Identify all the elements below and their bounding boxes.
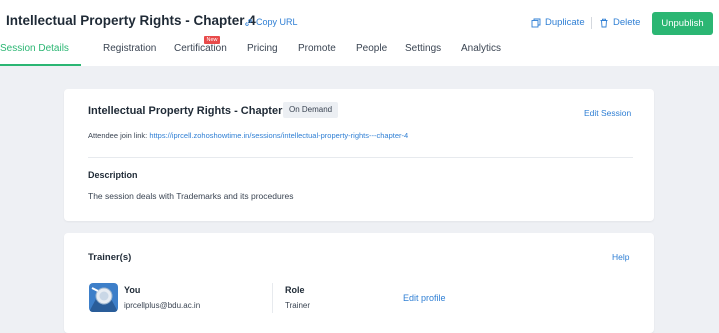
divider — [88, 157, 633, 158]
delete-label: Delete — [613, 17, 641, 28]
trainer-name: You — [124, 285, 141, 295]
tab-session-details[interactable]: Session Details — [0, 42, 69, 66]
trainers-card: Trainer(s) Help You iprcellplus@bdu.ac.i… — [64, 233, 654, 333]
new-badge: New — [204, 36, 220, 44]
tab-analytics[interactable]: Analytics — [461, 42, 501, 66]
session-mode-badge: On Demand — [283, 102, 339, 118]
trash-icon — [600, 18, 608, 27]
tab-bar: Session Details Registration Certificati… — [0, 36, 719, 66]
trainer-email: iprcellplus@bdu.ac.in — [124, 301, 201, 310]
tab-registration[interactable]: Registration — [103, 42, 156, 66]
role-heading: Role — [285, 285, 305, 295]
trainer-role: Trainer — [285, 301, 311, 310]
header-bar: Intellectual Property Rights - Chapter 4… — [0, 0, 719, 42]
tab-pricing[interactable]: Pricing — [247, 42, 278, 66]
header-separator — [591, 17, 592, 29]
role-divider — [272, 283, 273, 313]
copy-url-label: Copy URL — [256, 17, 298, 27]
join-link[interactable]: https://iprcell.zohoshowtime.in/sessions… — [149, 131, 408, 140]
description-text: The session deals with Trademarks and it… — [88, 191, 294, 201]
edit-session-link[interactable]: Edit Session — [584, 108, 631, 118]
duplicate-icon — [531, 18, 541, 27]
trainers-heading: Trainer(s) — [88, 252, 132, 263]
tab-settings[interactable]: Settings — [405, 42, 441, 66]
edit-profile-link[interactable]: Edit profile — [403, 293, 446, 303]
attendee-join-line: Attendee join link: https://iprcell.zoho… — [88, 131, 408, 140]
session-title: Intellectual Property Rights - Chapter 4 — [88, 105, 292, 117]
join-link-label: Attendee join link: — [88, 131, 148, 140]
help-link[interactable]: Help — [612, 252, 629, 262]
description-heading: Description — [88, 170, 138, 180]
tab-people[interactable]: People — [356, 42, 387, 66]
duplicate-button[interactable]: Duplicate — [531, 17, 585, 28]
session-card: Intellectual Property Rights - Chapter 4… — [64, 89, 654, 221]
copy-url-link[interactable]: Copy URL — [244, 17, 298, 27]
unpublish-button[interactable]: Unpublish — [652, 12, 713, 35]
duplicate-label: Duplicate — [545, 17, 585, 28]
tab-promote[interactable]: Promote — [298, 42, 336, 66]
delete-button[interactable]: Delete — [599, 17, 640, 28]
link-icon — [245, 18, 252, 26]
tab-certification[interactable]: Certification — [174, 42, 227, 66]
avatar — [89, 283, 118, 312]
active-tab-indicator — [0, 64, 81, 66]
page-title: Intellectual Property Rights - Chapter 4 — [6, 13, 256, 28]
